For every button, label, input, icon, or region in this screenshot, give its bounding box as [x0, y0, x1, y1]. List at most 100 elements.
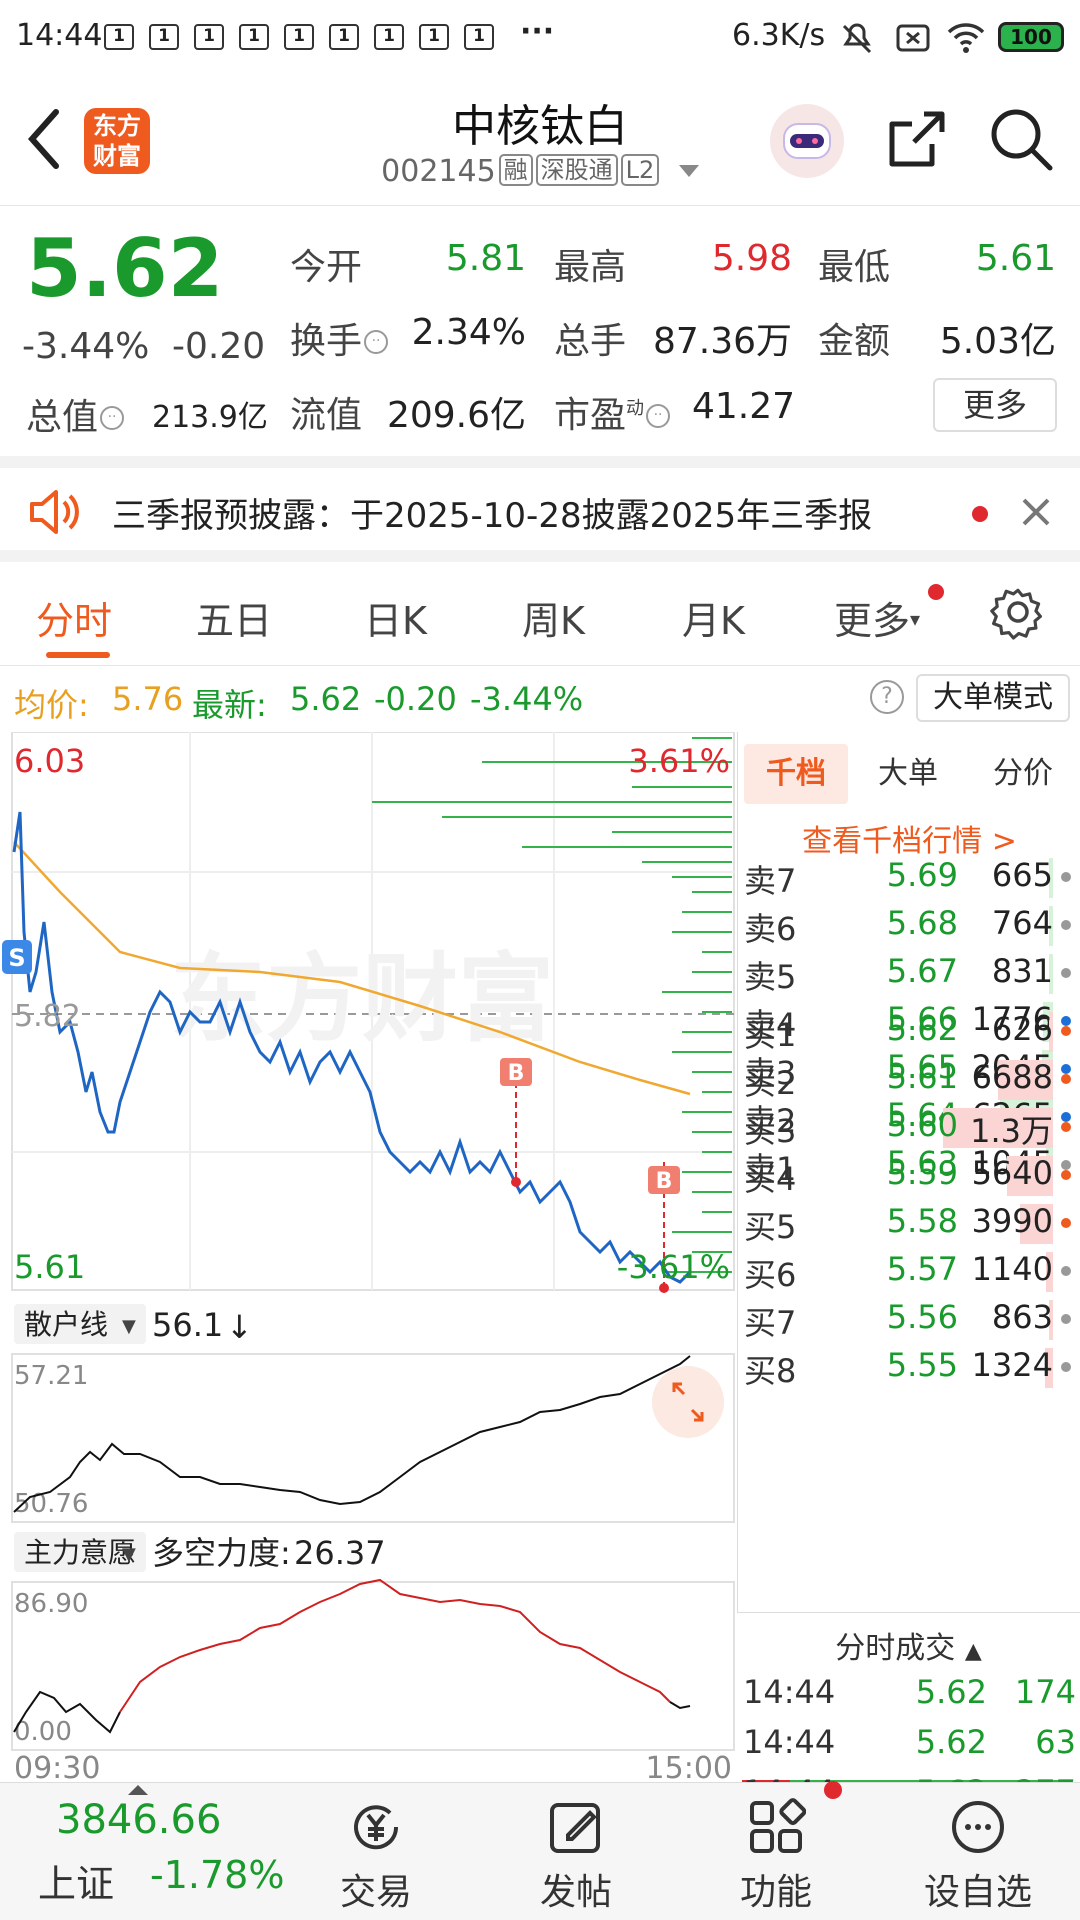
bid-row[interactable]: 买5 5.58 3990 [738, 1198, 1080, 1246]
ask-row[interactable]: 卖7 5.69 665 [738, 852, 1080, 900]
tab-monthly-k[interactable]: 月K [682, 590, 745, 645]
main-force-frame [11, 1581, 735, 1751]
notice-bar[interactable]: 三季报预披露：于2025-10-28披露2025年三季报 [0, 456, 1080, 562]
edit-icon [550, 1803, 600, 1853]
l2-tag: L2 [620, 154, 660, 186]
total-value-label[interactable]: 总值 ·· [26, 388, 125, 440]
ask-row[interactable]: 卖6 5.68 764 [738, 900, 1080, 948]
pe-value: 41.27 [692, 386, 796, 427]
chevron-down-icon: ▼ [122, 1544, 136, 1565]
intraday-chart[interactable]: 东方财富 B B S 6.03 3.61% 5.82 5.61 -3.61% 散… [0, 731, 735, 1786]
tab-price-distribution[interactable]: 分价 [968, 744, 1078, 804]
expand-up-icon[interactable] [128, 1785, 148, 1795]
notice-text: 三季报预披露：于2025-10-28披露2025年三季报 [112, 496, 873, 536]
open-value: 5.81 [445, 238, 526, 279]
nav-add-watchlist[interactable]: 设自选 [918, 1797, 1038, 1915]
bid-row[interactable]: 买6 5.57 1140 [738, 1246, 1080, 1294]
chevron-down-icon: ▼ [122, 1316, 136, 1337]
amount-value: 5.03亿 [939, 321, 1056, 362]
bid-level-label: 买1 [744, 1016, 797, 1054]
notification-icon: 1 [419, 24, 449, 50]
buy-marker-label: B [508, 1061, 525, 1086]
bid-volume: 5640 [971, 1154, 1053, 1192]
sell-marker-label: S [8, 944, 25, 972]
intraday-chart-area[interactable]: 东方财富 B B S 6.03 3.61% 5.82 5.61 -3.61% 散… [0, 731, 735, 1786]
time-end-label: 15:00 [646, 1751, 732, 1780]
high-value: 5.98 [711, 238, 792, 279]
high-label: 最高 [554, 247, 627, 288]
bid-volume: 1324 [971, 1346, 1053, 1384]
tab-daily-k[interactable]: 日K [364, 590, 427, 645]
index-value[interactable]: 3846.66 [56, 1797, 221, 1843]
change-amount: -0.20 [172, 326, 266, 367]
stock-header: 东方 财富 中核钛白 002145 融深股通 L2 [0, 74, 1080, 206]
wifi-icon [947, 23, 985, 53]
bid-row[interactable]: 买3 5.60 1.3万 [738, 1102, 1080, 1150]
tab-five-day[interactable]: 五日 [196, 590, 272, 645]
assistant-robot-icon[interactable] [770, 104, 844, 178]
bid-row[interactable]: 买1 5.62 626 [738, 1006, 1080, 1054]
help-icon[interactable]: ? [870, 680, 904, 714]
low-label: 最低 [818, 247, 891, 288]
speaker-icon [30, 490, 79, 534]
order-dot [1061, 1170, 1071, 1180]
bid-row[interactable]: 买7 5.56 863 [738, 1294, 1080, 1342]
tab-big-orders[interactable]: 大单 [856, 744, 960, 804]
bid-row[interactable]: 买4 5.59 5640 [738, 1150, 1080, 1198]
bottom-nav: 3846.66 上证 -1.78% 交易 发帖 功能 设自选 [0, 1781, 1080, 1920]
turnover-label[interactable]: 换手 ·· [290, 312, 389, 364]
ask-level-label: 卖5 [744, 958, 797, 996]
bid-row[interactable]: 买2 5.61 6688 [738, 1054, 1080, 1102]
search-icon[interactable] [988, 106, 1054, 172]
bid-volume: 6688 [971, 1058, 1053, 1096]
info-icon: ·· [100, 406, 125, 430]
low-value: 5.61 [975, 238, 1056, 279]
bid-level-label: 买5 [744, 1208, 797, 1246]
ask-volume: 831 [991, 952, 1053, 990]
tab-intraday[interactable]: 分时 [36, 590, 112, 645]
ask-volume: 764 [991, 904, 1053, 942]
nav-post[interactable]: 发帖 [516, 1797, 636, 1915]
tab-weekly-k[interactable]: 周K [522, 590, 585, 645]
bid-volume: 3990 [971, 1202, 1053, 1240]
close-icon[interactable] [1020, 496, 1052, 528]
tab-level-1000[interactable]: 千档 [744, 744, 848, 804]
order-dot [1061, 1266, 1071, 1276]
pe-label[interactable]: 市盈动 ·· [554, 386, 671, 438]
mute-icon [842, 23, 872, 54]
share-icon[interactable] [884, 108, 948, 172]
float-value: 209.6亿 [386, 395, 526, 436]
top-price-label: 6.03 [14, 742, 85, 780]
gear-icon[interactable] [990, 584, 1046, 640]
sim-off-icon [896, 24, 930, 52]
notification-icon: 1 [149, 24, 179, 50]
chevron-down-icon: ▾ [910, 607, 921, 631]
ask-level-label: 卖7 [744, 862, 797, 900]
avg-price-label: 均价: [14, 686, 89, 724]
trade-time: 14:44 [743, 1673, 836, 1711]
ask-row[interactable]: 卖5 5.67 831 [738, 948, 1080, 996]
buy-marker-point [511, 1177, 521, 1187]
bid-level-label: 买7 [744, 1304, 797, 1342]
tab-more[interactable]: 更多▾ [834, 590, 920, 645]
active-tab-underline [46, 652, 110, 658]
big-order-mode-button[interactable]: 大单模式 [916, 674, 1070, 722]
buy-marker-label-2: B [656, 1169, 673, 1194]
bid-level-label: 买2 [744, 1064, 797, 1102]
margin-tag: 融 [498, 154, 533, 186]
bid-row[interactable]: 买8 5.55 1324 [738, 1342, 1080, 1390]
latest-label: 最新: [192, 686, 267, 724]
nav-trade[interactable]: 交易 [316, 1797, 436, 1915]
order-dot [1061, 1362, 1071, 1372]
trades-title[interactable]: 分时成交 ▲ [737, 1623, 1080, 1667]
trade-row: 14:44 5.62 63 [737, 1719, 1080, 1767]
order-dot [1061, 1074, 1071, 1084]
more-quote-button[interactable]: 更多 [933, 378, 1057, 432]
nav-functions[interactable]: 功能 [716, 1797, 836, 1915]
mid-price-label: 5.82 [14, 999, 81, 1034]
expand-button[interactable] [652, 1366, 724, 1438]
latest-change: -0.20 [374, 680, 457, 718]
status-time: 14:44 [16, 18, 103, 53]
bid-volume: 863 [991, 1298, 1053, 1336]
order-dot [1061, 968, 1071, 978]
